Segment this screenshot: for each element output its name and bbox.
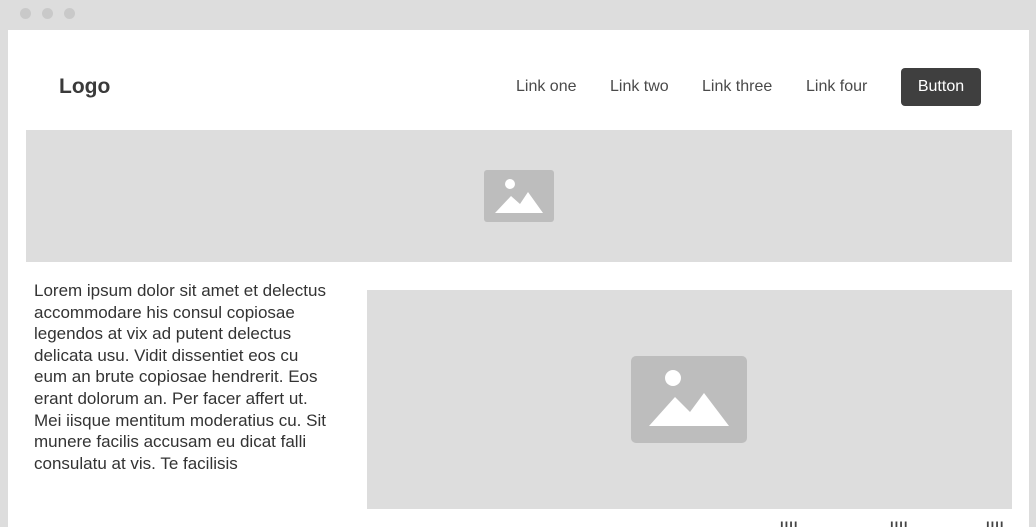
nav-link-one[interactable]: Link one bbox=[516, 77, 577, 97]
footer-links-cut-off: llll llll llll bbox=[760, 519, 1020, 527]
window-title-bar bbox=[0, 0, 1036, 30]
window-frame-left bbox=[0, 30, 8, 527]
footer-link-partial[interactable]: llll bbox=[986, 519, 1004, 527]
header-cta-button[interactable]: Button bbox=[901, 68, 981, 106]
footer-link-partial[interactable]: llll bbox=[890, 519, 908, 527]
content-image-placeholder bbox=[367, 290, 1012, 509]
hero-image-placeholder bbox=[26, 130, 1012, 262]
nav-link-four[interactable]: Link four bbox=[806, 77, 867, 97]
nav-link-two[interactable]: Link two bbox=[610, 77, 669, 97]
window-maximize-dot[interactable] bbox=[64, 8, 75, 19]
nav-link-three[interactable]: Link three bbox=[702, 77, 772, 97]
window-close-dot[interactable] bbox=[20, 8, 31, 19]
footer-link-partial[interactable]: llll bbox=[780, 519, 798, 527]
window-frame-right bbox=[1029, 30, 1036, 527]
window-minimize-dot[interactable] bbox=[42, 8, 53, 19]
site-logo[interactable]: Logo bbox=[59, 73, 110, 101]
body-paragraph: Lorem ipsum dolor sit amet et delectus a… bbox=[34, 281, 326, 473]
image-placeholder-icon bbox=[631, 356, 747, 443]
image-placeholder-icon bbox=[484, 170, 554, 222]
